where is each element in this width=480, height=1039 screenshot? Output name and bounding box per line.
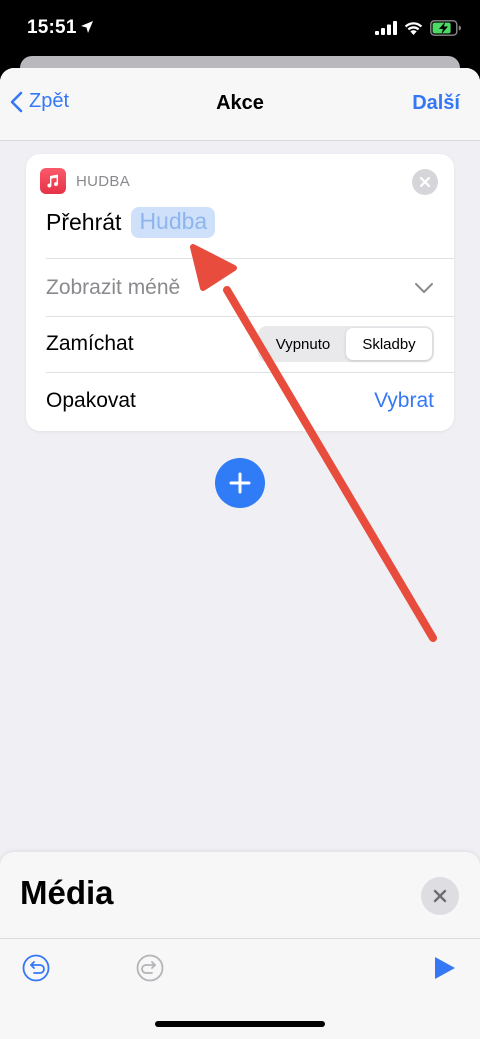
next-button[interactable]: Další	[412, 92, 460, 115]
divider	[0, 938, 480, 939]
shuffle-row: Zamíchat Vypnuto Skladby	[46, 316, 434, 372]
music-note-icon	[40, 168, 66, 194]
app-label: HUDBA	[76, 173, 131, 190]
status-time: 15:51	[27, 17, 77, 38]
play-icon[interactable]	[432, 955, 458, 981]
close-icon	[433, 889, 447, 903]
segment-off[interactable]: Vypnuto	[260, 328, 346, 360]
undo-icon[interactable]	[22, 954, 50, 982]
repeat-row: Opakovat Vybrat	[46, 373, 434, 429]
repeat-label: Opakovat	[46, 389, 136, 412]
close-icon	[419, 176, 431, 188]
segment-songs[interactable]: Skladby	[346, 328, 432, 360]
divider	[46, 258, 454, 259]
redo-icon[interactable]	[136, 954, 164, 982]
location-arrow-icon	[81, 21, 93, 33]
show-less-label: Zobrazit méně	[46, 276, 181, 299]
status-bar: 15:51	[0, 0, 480, 58]
shuffle-segmented-control[interactable]: Vypnuto Skladby	[258, 326, 434, 362]
remove-action-button[interactable]	[412, 169, 438, 195]
add-action-button[interactable]	[215, 458, 265, 508]
battery-charging-icon	[430, 20, 461, 36]
wifi-icon	[404, 22, 423, 35]
music-parameter-token[interactable]: Hudba	[131, 207, 216, 238]
play-music-action-card: HUDBA Přehrát Hudba Zobrazit méně Zamích…	[26, 154, 454, 431]
signal-icon	[375, 21, 397, 35]
plus-icon	[229, 472, 251, 494]
show-less-row[interactable]: Zobrazit méně	[46, 260, 434, 316]
home-indicator	[155, 1021, 325, 1027]
action-summary: Přehrát Hudba	[46, 207, 216, 238]
navigation-bar: Zpět Akce Další	[0, 68, 480, 141]
actions-panel: Média	[0, 852, 480, 1039]
panel-close-button[interactable]	[421, 877, 459, 915]
panel-title: Média	[20, 874, 114, 911]
nav-title: Akce	[216, 92, 264, 114]
action-verb: Přehrát	[46, 209, 122, 235]
shuffle-label: Zamíchat	[46, 332, 134, 355]
chevron-down-icon	[415, 283, 433, 293]
repeat-choose-button[interactable]: Vybrat	[374, 389, 434, 413]
